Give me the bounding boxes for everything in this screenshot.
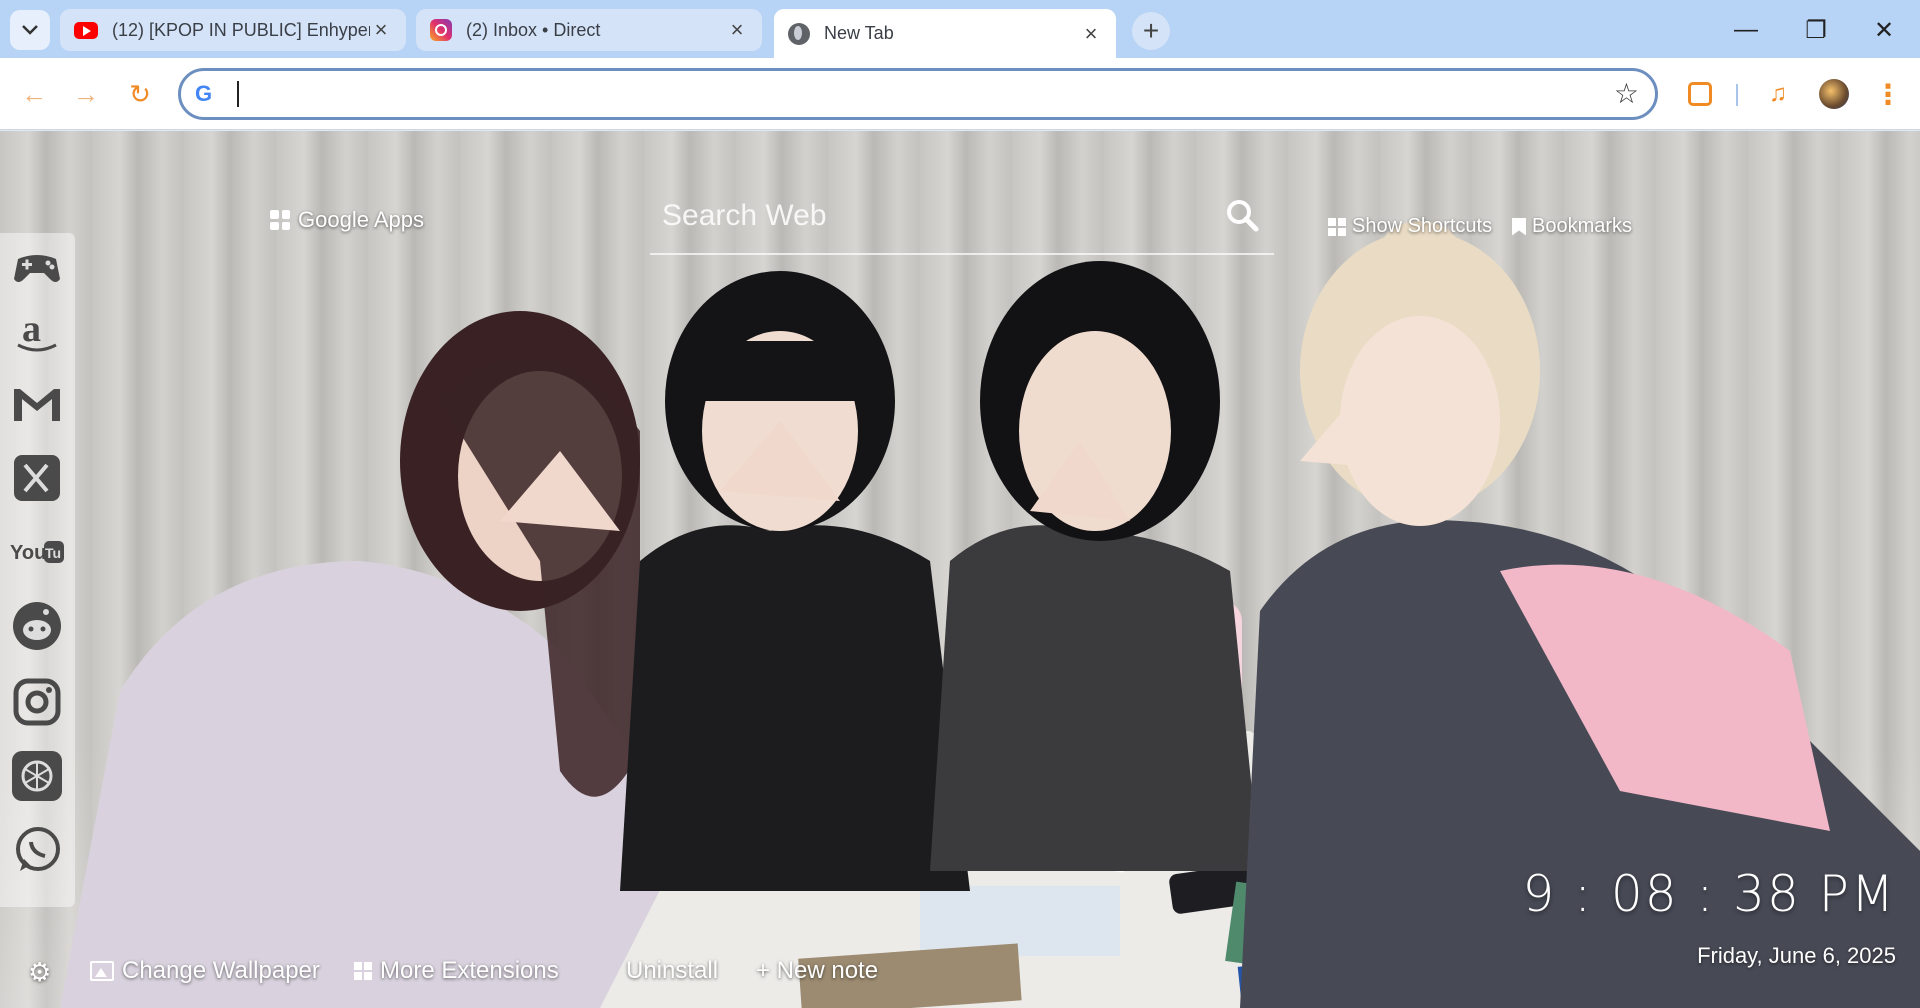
sidebar-item-chatgpt[interactable] — [6, 745, 68, 807]
menu-button[interactable]: ⋮ — [1868, 74, 1908, 114]
sidebar-item-instagram[interactable] — [6, 671, 68, 733]
media-control-button[interactable]: ♫ — [1758, 74, 1798, 114]
google-apps-link[interactable]: Google Apps — [270, 207, 424, 233]
svg-text:a: a — [22, 308, 41, 350]
uninstall-label: Uninstall — [626, 957, 719, 984]
change-wallpaper-button[interactable]: Change Wallpaper — [90, 957, 320, 985]
wallpaper-icon — [90, 961, 114, 981]
youtube-icon — [74, 21, 98, 39]
search-input[interactable] — [662, 193, 1182, 239]
web-search-box — [650, 183, 1274, 255]
tab-youtube[interactable]: (12) [KPOP IN PUBLIC] Enhypen × — [60, 9, 406, 51]
whatsapp-icon — [16, 827, 60, 871]
instagram-icon — [13, 678, 61, 726]
bookmark-star-icon[interactable]: ☆ — [1614, 77, 1639, 110]
more-vert-icon: ⋮ — [1874, 78, 1902, 110]
grid-icon — [354, 962, 372, 980]
sidebar-item-amazon[interactable]: a — [6, 301, 68, 363]
music-queue-icon: ♫ — [1769, 80, 1787, 107]
tab-title: New Tab — [824, 23, 894, 43]
date-label: Friday, June 6, 2025 — [1697, 943, 1896, 968]
tab-new-tab[interactable]: New Tab × — [774, 9, 1116, 58]
clock: 9 : 08 : 38 PM — [1522, 865, 1896, 923]
sidebar-item-reddit[interactable] — [6, 595, 68, 657]
minimize-button[interactable]: — — [1726, 10, 1766, 50]
tab-title: (12) [KPOP IN PUBLIC] Enhypen — [112, 19, 370, 40]
bookmarks-label: Bookmarks — [1532, 215, 1633, 237]
search-icon[interactable] — [1224, 197, 1260, 233]
tab-search-button[interactable] — [10, 10, 50, 50]
close-tab-icon[interactable]: × — [370, 17, 392, 43]
bookmark-icon — [1512, 217, 1526, 236]
reddit-icon — [13, 602, 61, 650]
sidebar-item-gmail[interactable] — [6, 373, 68, 435]
new-tab-button[interactable]: + — [1132, 12, 1170, 50]
x-twitter-icon — [14, 455, 60, 501]
apps-grid-icon — [270, 210, 290, 230]
restore-button[interactable]: ❐ — [1796, 10, 1836, 50]
address-bar[interactable]: G ☆ — [178, 68, 1658, 120]
new-note-label: + New note — [756, 957, 879, 984]
globe-icon — [788, 22, 810, 45]
svg-text:Tu: Tu — [45, 545, 61, 561]
tab-title: (2) Inbox • Direct — [466, 19, 601, 40]
back-button[interactable]: ← — [14, 74, 54, 114]
settings-button[interactable]: ⚙ — [28, 957, 51, 988]
new-tab-page: Google Apps Show Shortcuts Bookmarks a Y… — [0, 131, 1920, 1008]
toolbar-divider — [1736, 84, 1738, 106]
chevron-down-icon — [22, 25, 38, 35]
reload-button[interactable]: ↻ — [120, 74, 160, 114]
more-extensions-button[interactable]: More Extensions — [354, 957, 559, 985]
show-shortcuts-link[interactable]: Show Shortcuts — [1328, 215, 1492, 238]
grid-icon — [1328, 217, 1346, 236]
extensions-button[interactable] — [1680, 74, 1720, 114]
games-icon — [14, 255, 60, 282]
gear-icon: ⚙ — [28, 957, 52, 987]
show-shortcuts-label: Show Shortcuts — [1352, 215, 1493, 237]
gmail-icon — [14, 389, 60, 421]
sidebar-item-youtube[interactable]: You Tu — [6, 521, 68, 583]
tab-strip: (12) [KPOP IN PUBLIC] Enhypen × (2) Inbo… — [0, 0, 1920, 58]
tab-instagram[interactable]: (2) Inbox • Direct × — [416, 9, 762, 51]
shortcut-sidebar: a You Tu — [0, 233, 75, 907]
chatgpt-icon — [12, 751, 62, 801]
browser-toolbar: ← → ↻ G ☆ ♫ ⋮ — [0, 58, 1920, 130]
change-wallpaper-label: Change Wallpaper — [122, 957, 320, 984]
amazon-icon: a — [17, 308, 57, 352]
svg-text:You: You — [10, 542, 46, 564]
text-caret — [237, 81, 239, 107]
profile-button[interactable] — [1814, 74, 1854, 114]
bookmarks-link[interactable]: Bookmarks — [1512, 215, 1632, 238]
forward-button[interactable]: → — [66, 74, 106, 114]
puzzle-icon — [1688, 82, 1712, 106]
avatar — [1819, 79, 1849, 109]
more-extensions-label: More Extensions — [380, 957, 559, 984]
instagram-icon — [430, 19, 452, 41]
youtube-icon: YouTu — [10, 541, 64, 564]
sidebar-item-games[interactable] — [6, 237, 68, 299]
google-apps-label: Google Apps — [298, 207, 424, 232]
close-tab-icon[interactable]: × — [726, 17, 748, 43]
google-logo-icon: G — [195, 81, 213, 106]
sidebar-item-whatsapp[interactable] — [6, 819, 68, 881]
sidebar-item-x[interactable] — [6, 447, 68, 509]
new-note-button[interactable]: + New note — [756, 957, 878, 985]
close-tab-icon[interactable]: × — [1080, 21, 1102, 47]
close-window-button[interactable]: ✕ — [1864, 10, 1904, 50]
uninstall-button[interactable]: Uninstall — [626, 957, 718, 985]
